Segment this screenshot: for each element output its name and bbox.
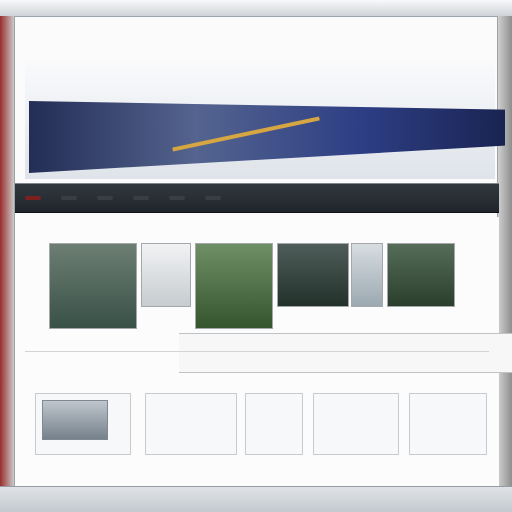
- right-frame: [498, 16, 512, 486]
- featured-tile-3[interactable]: [195, 243, 273, 329]
- content-card-3[interactable]: [245, 393, 303, 455]
- nav-item-1[interactable]: [25, 196, 41, 200]
- featured-tile-4[interactable]: [277, 243, 349, 307]
- featured-tiles: [49, 243, 512, 373]
- hero-title: [53, 123, 463, 167]
- featured-tile-1[interactable]: [49, 243, 137, 329]
- content-card-5[interactable]: [409, 393, 487, 455]
- browser-toolbar: [0, 0, 512, 17]
- featured-tile-6[interactable]: [387, 243, 455, 307]
- content-card-1[interactable]: [35, 393, 131, 455]
- content-card-2[interactable]: [145, 393, 237, 455]
- tile-label-1: [53, 314, 133, 326]
- content-cards: [35, 393, 487, 461]
- tile-label-5: [355, 292, 379, 304]
- tile-label-2: [145, 292, 187, 304]
- content-divider: [25, 351, 489, 352]
- screen: [0, 0, 512, 512]
- tile-label-4: [281, 292, 345, 304]
- card-image-1: [42, 400, 108, 440]
- tile-label-6: [391, 292, 451, 304]
- nav-item-4[interactable]: [133, 196, 149, 200]
- featured-tile-5[interactable]: [351, 243, 383, 307]
- status-text: [6, 493, 506, 507]
- nav-item-5[interactable]: [169, 196, 185, 200]
- browser-statusbar: [0, 486, 512, 512]
- main-nav: [15, 183, 499, 213]
- featured-tile-2[interactable]: [141, 243, 191, 307]
- content-area: [15, 217, 512, 487]
- nav-item-3[interactable]: [97, 196, 113, 200]
- content-card-4[interactable]: [313, 393, 399, 455]
- nav-item-2[interactable]: [61, 196, 77, 200]
- left-frame: [0, 16, 14, 486]
- nav-item-6[interactable]: [205, 196, 221, 200]
- tile-label-3: [199, 314, 269, 326]
- hero-area: [25, 61, 505, 179]
- summary-text: [145, 361, 489, 377]
- browser-window: [14, 16, 512, 487]
